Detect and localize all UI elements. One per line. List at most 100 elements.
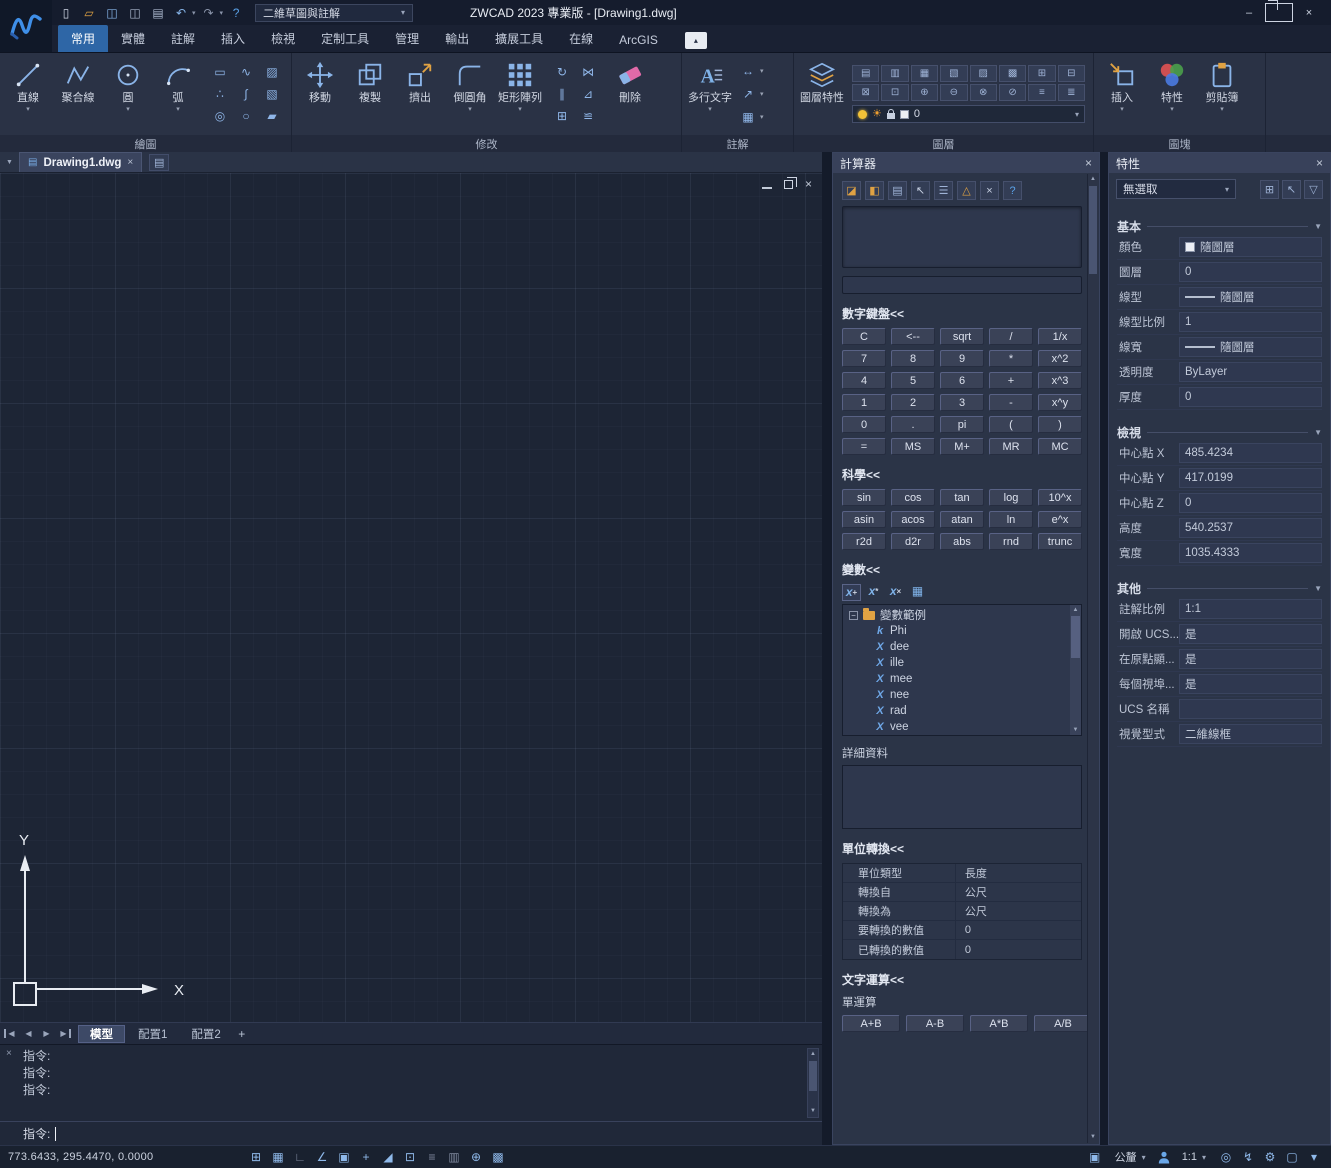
properties-palette-button[interactable]: 特性 ▾: [1148, 55, 1196, 133]
ribbon-group-label-block[interactable]: 圖塊: [1094, 135, 1265, 152]
model-space-icon[interactable]: ▣: [1084, 1147, 1106, 1168]
erase-tool-button[interactable]: 刪除: [606, 55, 654, 133]
layer-unlock-icon[interactable]: ≣: [1058, 84, 1085, 101]
workspace-gear-icon[interactable]: ⚙: [1259, 1147, 1281, 1168]
redo-icon[interactable]: ↷: [199, 4, 219, 22]
layer-delete-icon[interactable]: ⊕: [911, 84, 938, 101]
calc-key-*[interactable]: *: [989, 350, 1033, 367]
clean-screen-icon[interactable]: ▢: [1281, 1147, 1303, 1168]
table-icon[interactable]: ▦: [739, 108, 757, 126]
scroll-up-icon[interactable]: ▲: [1088, 174, 1098, 185]
ribbon-collapse-button[interactable]: ▴: [685, 32, 707, 49]
layer-isolate-icon[interactable]: ▥: [881, 65, 908, 82]
textops-section-label[interactable]: 文字運算<<: [842, 971, 1082, 988]
hatch-icon[interactable]: ▨: [263, 63, 281, 81]
command-close-icon[interactable]: ×: [6, 1048, 12, 1059]
sci-key-log[interactable]: log: [989, 489, 1033, 506]
property-value[interactable]: 1035.4333: [1179, 543, 1322, 563]
copy-tool-button[interactable]: 複製: [346, 55, 394, 133]
calculator-input-field[interactable]: [842, 276, 1082, 294]
calc-key-sqrt[interactable]: sqrt: [940, 328, 984, 345]
save-icon[interactable]: ◫: [102, 4, 122, 22]
document-tab[interactable]: ▤ Drawing1.dwg ×: [19, 152, 142, 172]
scroll-down-icon[interactable]: ▼: [1070, 725, 1081, 735]
variable-item[interactable]: Xrad: [843, 703, 1081, 719]
chevron-down-icon[interactable]: ▾: [192, 9, 196, 17]
property-value[interactable]: 1: [1179, 312, 1322, 332]
sci-key-sin[interactable]: sin: [842, 489, 886, 506]
select-objects-icon[interactable]: ↖: [1282, 180, 1301, 199]
ribbon-tab-3[interactable]: 註解: [158, 25, 208, 52]
user-icon[interactable]: [1155, 1151, 1173, 1164]
units-dropdown[interactable]: 公釐 ▾: [1109, 1148, 1152, 1166]
variable-item[interactable]: Xmee: [843, 671, 1081, 687]
variable-group-row[interactable]: −變數範例: [843, 607, 1081, 623]
offset-icon[interactable]: ∥: [553, 85, 571, 103]
chevron-down-icon[interactable]: ▼: [1314, 428, 1322, 437]
fillet-tool-button[interactable]: 倒圓角 ▾: [446, 55, 494, 133]
ribbon-tab-8[interactable]: 輸出: [432, 25, 482, 52]
new-file-icon[interactable]: ▯: [56, 4, 76, 22]
layer-thaw-icon[interactable]: ≡: [1028, 84, 1055, 101]
insert-block-button[interactable]: 插入 ▾: [1098, 55, 1146, 133]
calc-key-4[interactable]: 4: [842, 372, 886, 389]
mirror-icon[interactable]: ⋈: [579, 63, 597, 81]
scale-icon[interactable]: ⊿: [579, 85, 597, 103]
plot-icon[interactable]: ▤: [148, 4, 168, 22]
property-value[interactable]: 是: [1179, 649, 1322, 669]
layer-properties-button[interactable]: 圖層特性: [798, 55, 846, 133]
keypad-section-label[interactable]: 數字鍵盤<<: [842, 305, 1082, 322]
property-value[interactable]: 是: [1179, 624, 1322, 644]
dyn-ucs-toggle[interactable]: ◢: [377, 1147, 399, 1168]
sci-key-e^x[interactable]: e^x: [1038, 511, 1082, 528]
polar-toggle[interactable]: ∠: [311, 1147, 333, 1168]
variable-item[interactable]: Xille: [843, 655, 1081, 671]
scroll-thumb[interactable]: [1071, 616, 1080, 658]
calc-key-pi[interactable]: pi: [940, 416, 984, 433]
drawing-canvas[interactable]: × Y X: [0, 173, 822, 1022]
text-op-A-B[interactable]: A-B: [906, 1015, 964, 1032]
calc-key-7[interactable]: 7: [842, 350, 886, 367]
donut-icon[interactable]: ◎: [211, 107, 229, 125]
chevron-down-icon[interactable]: ▼: [1314, 222, 1322, 231]
layout-tab-2[interactable]: 配置1: [127, 1025, 178, 1043]
layout-tab-3[interactable]: 配置2: [180, 1025, 231, 1043]
chevron-down-icon[interactable]: ▼: [1314, 584, 1322, 593]
calculator-display[interactable]: [842, 206, 1082, 268]
property-value[interactable]: 0: [1179, 387, 1322, 407]
explode-icon[interactable]: ⊞: [553, 107, 571, 125]
calc-key-.[interactable]: .: [891, 416, 935, 433]
calc-key-1[interactable]: 1: [842, 394, 886, 411]
sci-key-10^x[interactable]: 10^x: [1038, 489, 1082, 506]
gradient-icon[interactable]: ▧: [263, 85, 281, 103]
region-icon[interactable]: ▰: [263, 107, 281, 125]
tree-expander-icon[interactable]: −: [849, 611, 858, 620]
stretch-tool-button[interactable]: 擠出: [396, 55, 444, 133]
restore-button[interactable]: [1265, 3, 1293, 22]
sci-key-atan[interactable]: atan: [940, 511, 984, 528]
property-value[interactable]: 是: [1179, 674, 1322, 694]
close-document-icon[interactable]: ×: [127, 157, 133, 168]
calc-key-MR[interactable]: MR: [989, 438, 1033, 455]
calc-key-M+[interactable]: M+: [940, 438, 984, 455]
undo-icon[interactable]: ↶: [171, 4, 191, 22]
new-drawing-button[interactable]: ▤: [149, 154, 169, 171]
workspace-selector[interactable]: 二維草圖與註解 ▾: [255, 4, 413, 22]
ribbon-tab-10[interactable]: 在線: [556, 25, 606, 52]
property-value[interactable]: 隨圖層: [1179, 337, 1322, 357]
rectangular-array-tool-button[interactable]: 矩形陣列 ▾: [496, 55, 544, 133]
ribbon-tab-5[interactable]: 檢視: [258, 25, 308, 52]
ribbon-tab-4[interactable]: 插入: [208, 25, 258, 52]
annotation-scale-dropdown[interactable]: 1:1 ▾: [1176, 1150, 1212, 1164]
property-value[interactable]: 1:1: [1179, 599, 1322, 619]
calc-key-x^y[interactable]: x^y: [1038, 394, 1082, 411]
calc-key-)[interactable]: ): [1038, 416, 1082, 433]
calc-key-MS[interactable]: MS: [891, 438, 935, 455]
layer-previous-icon[interactable]: ⊟: [1058, 65, 1085, 82]
scroll-down-icon[interactable]: ▼: [808, 1106, 818, 1117]
line-tool-button[interactable]: 直線 ▾: [4, 55, 52, 133]
align-icon[interactable]: ≌: [579, 107, 597, 125]
close-button[interactable]: ×: [1295, 3, 1323, 22]
scroll-up-icon[interactable]: ▲: [1070, 605, 1081, 615]
lineweight-toggle[interactable]: ≡: [421, 1147, 443, 1168]
